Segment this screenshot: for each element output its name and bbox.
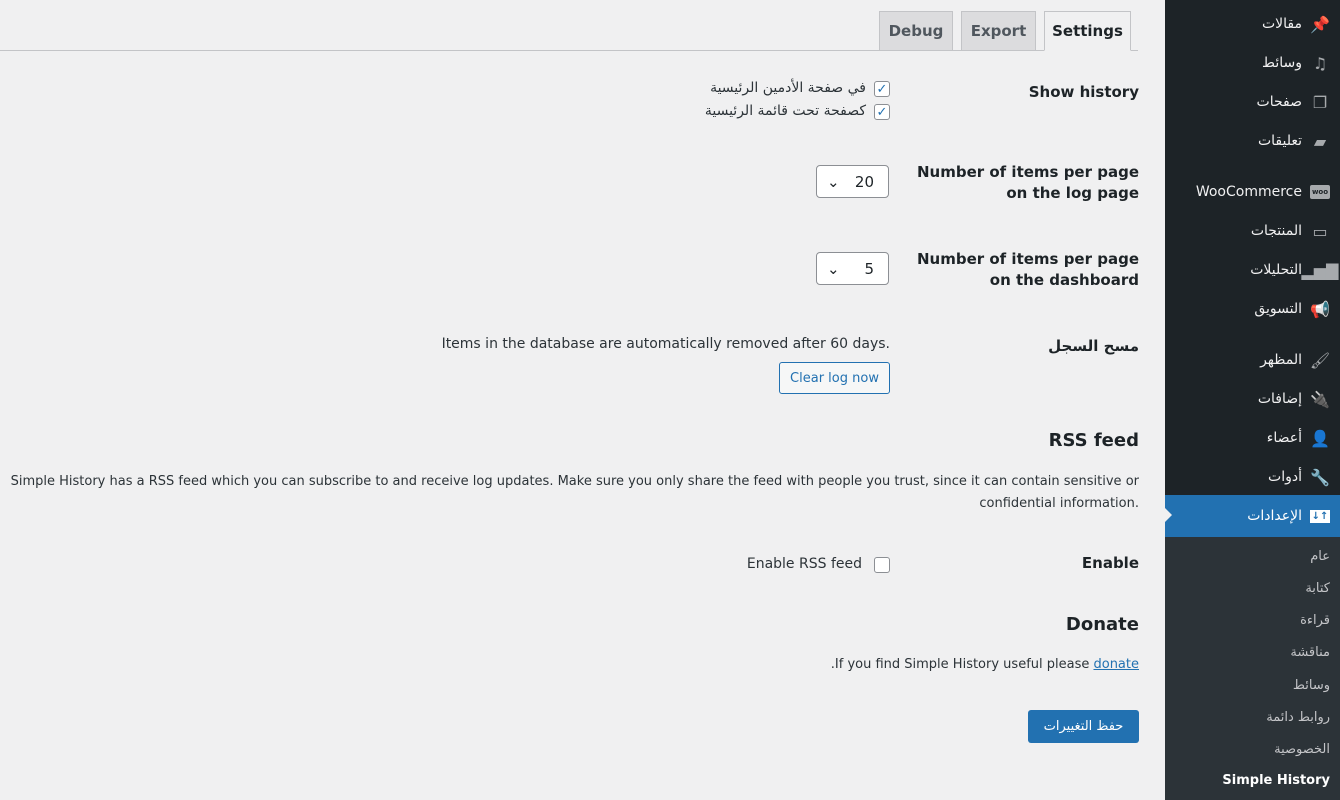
settings-icon: ↓↑ [1309, 509, 1331, 523]
rss-heading: RSS feed [1048, 430, 1139, 451]
tab-debug[interactable]: Debug [879, 11, 953, 51]
enable-rss-checkbox[interactable] [874, 557, 890, 573]
user-icon: 👤 [1310, 428, 1330, 448]
woo-icon: woo [1309, 182, 1331, 202]
donate-heading: Donate [1065, 614, 1139, 635]
menu-woocommerce[interactable]: WooCommerce woo [1165, 173, 1340, 211]
submenu-privacy[interactable]: الخصوصية [1274, 742, 1330, 757]
donate-text: .If you find Simple History useful pleas… [831, 657, 1139, 672]
enable-rss-text: Enable RSS feed [746, 556, 862, 572]
menu-label: وسائط [1262, 55, 1302, 71]
rss-enable-label: Enable [1081, 554, 1139, 572]
label-line: on the log page [1006, 184, 1139, 202]
menu-pages[interactable]: صفحات ❐ [1165, 83, 1340, 121]
donate-link[interactable]: donate [1093, 657, 1139, 672]
menu-label: تعليقات [1257, 133, 1302, 149]
submenu-discussion[interactable]: مناقشة [1290, 645, 1330, 660]
label-line: on the dashboard [989, 271, 1139, 289]
dashboard-label: Number of items per page on the dashboard [917, 249, 1139, 291]
checkbox-dashboard[interactable]: ✓ [874, 81, 890, 97]
pin-icon: 📌 [1310, 14, 1330, 34]
menu-label: المظهر [1260, 352, 1302, 368]
menu-label: أعضاء [1266, 430, 1302, 446]
submenu-writing[interactable]: كتابة [1305, 581, 1330, 596]
chevron-down-icon: ⌄ [827, 259, 840, 278]
menu-label: الإعدادات [1247, 508, 1302, 524]
megaphone-icon: 📢 [1310, 299, 1330, 319]
chevron-down-icon: ⌄ [827, 172, 840, 191]
menu-label: المنتجات [1250, 223, 1302, 239]
submenu-media[interactable]: وسائط [1293, 678, 1330, 693]
donate-sentence: If you find Simple History useful please [834, 657, 1094, 672]
chart-bar-icon: ▂▅▇ [1301, 260, 1339, 280]
brush-icon: 🖌 [1309, 350, 1331, 370]
save-changes-button[interactable]: حفظ التغييرات [1028, 710, 1139, 743]
menu-products[interactable]: المنتجات ▭ [1165, 212, 1340, 250]
plugin-icon: 🔌 [1310, 389, 1330, 409]
menu-label: التسويق [1254, 301, 1302, 317]
rss-description: Simple History has a RSS feed which you … [10, 474, 1139, 489]
log-page-label: Number of items per page on the log page [917, 162, 1139, 204]
select-value: 20 [854, 172, 874, 191]
menu-label: مقالات [1261, 16, 1302, 32]
tab-export[interactable]: Export [961, 11, 1036, 51]
submenu-simple-history[interactable]: Simple History [1222, 773, 1330, 788]
menu-marketing[interactable]: التسويق 📢 [1165, 290, 1340, 328]
clear-log-label: مسح السجل [1048, 337, 1139, 355]
menu-appearance[interactable]: المظهر 🖌 [1165, 341, 1340, 379]
tab-settings[interactable]: Settings [1044, 11, 1131, 51]
menu-label: إضافات [1257, 391, 1302, 407]
clear-log-button[interactable]: Clear log now [779, 362, 890, 394]
current-arrow [1164, 507, 1172, 523]
option-dashboard-label: في صفحة الأدمين الرئيسية [710, 80, 866, 96]
comments-icon: ▰ [1313, 131, 1327, 151]
wrench-icon: 🔧 [1310, 467, 1330, 487]
menu-media[interactable]: وسائط ♫ [1165, 44, 1340, 82]
show-history-label: Show history [1028, 83, 1139, 101]
checkbox-submenu[interactable]: ✓ [874, 104, 890, 120]
media-icon: ♫ [1312, 53, 1328, 73]
menu-label: صفحات [1256, 94, 1302, 110]
menu-settings[interactable]: الإعدادات ↓↑ [1164, 495, 1340, 537]
menu-label: WooCommerce [1195, 184, 1302, 200]
pages-icon: ❐ [1312, 92, 1328, 112]
option-submenu-label: كصفحة تحت قائمة الرئيسية [704, 103, 866, 119]
admin-sidebar: مقالات 📌 وسائط ♫ صفحات ❐ تعليقات ▰ WooCommer… [1164, 0, 1340, 800]
submenu-general[interactable]: عام [1310, 549, 1330, 564]
label-line: Number of items per page [916, 163, 1139, 181]
submenu-permalinks[interactable]: روابط دائمة [1266, 710, 1330, 725]
dashboard-items-select[interactable]: ⌄ 5 [816, 252, 889, 285]
rss-description-2: confidential information. [979, 496, 1139, 511]
menu-posts[interactable]: مقالات 📌 [1165, 5, 1340, 43]
settings-submenu: عام كتابة قراءة مناقشة وسائط روابط دائمة… [1165, 537, 1340, 800]
menu-tools[interactable]: أدوات 🔧 [1165, 458, 1340, 496]
menu-comments[interactable]: تعليقات ▰ [1165, 122, 1340, 160]
submenu-reading[interactable]: قراءة [1300, 613, 1330, 628]
retention-text: Items in the database are automatically … [441, 336, 890, 352]
label-line: Number of items per page [916, 250, 1139, 268]
menu-label: أدوات [1268, 469, 1302, 485]
select-value: 5 [864, 259, 874, 278]
menu-analytics[interactable]: التحليلات ▂▅▇ [1165, 251, 1340, 289]
menu-plugins[interactable]: إضافات 🔌 [1165, 380, 1340, 418]
menu-users[interactable]: أعضاء 👤 [1165, 419, 1340, 457]
log-page-items-select[interactable]: ⌄ 20 [816, 165, 889, 198]
menu-label: التحليلات [1250, 262, 1302, 278]
archive-icon: ▭ [1312, 221, 1328, 241]
